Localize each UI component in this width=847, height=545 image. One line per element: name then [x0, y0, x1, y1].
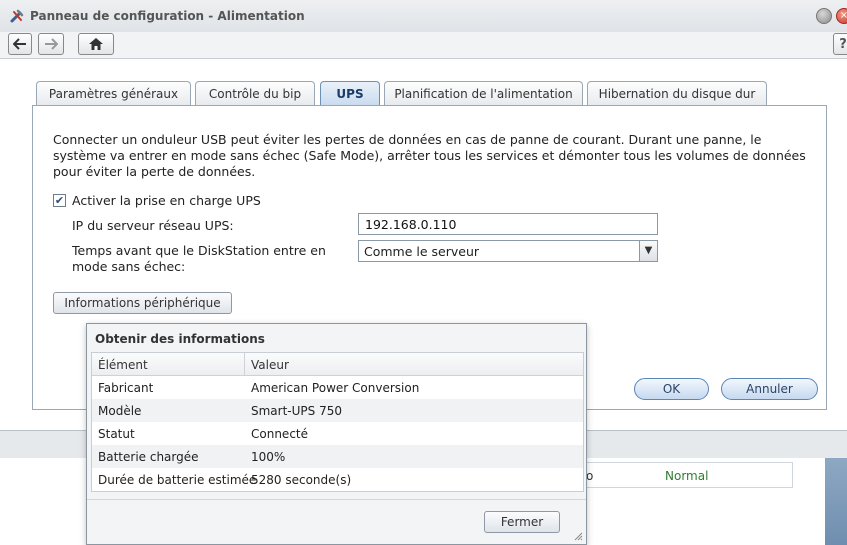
device-info-dialog: Obtenir des informations Élément Valeur …	[86, 323, 587, 545]
row-element: Fabricant	[98, 381, 154, 395]
resize-grip-icon[interactable]	[573, 531, 583, 541]
row-value: 5280 seconde(s)	[251, 473, 352, 487]
row-element: Statut	[98, 427, 135, 441]
row-value: Connecté	[251, 427, 308, 441]
ups-server-ip-input[interactable]: 192.168.0.110	[358, 213, 658, 235]
row-element: Durée de batterie estimée	[98, 473, 257, 487]
tools-icon	[10, 9, 24, 23]
tab-general-settings[interactable]: Paramètres généraux	[36, 81, 191, 105]
tab-beep-control[interactable]: Contrôle du bip	[195, 81, 315, 105]
row-element: Modèle	[98, 404, 142, 418]
minimize-button[interactable]	[816, 8, 832, 24]
table-row[interactable]: Durée de batterie estimée 5280 seconde(s…	[92, 468, 583, 491]
row-element: Batterie chargée	[98, 450, 199, 464]
background-status-row: o Normal	[575, 462, 793, 488]
dialog-title: Obtenir des informations	[95, 332, 265, 346]
device-info-table: Élément Valeur Fabricant American Power …	[91, 352, 584, 492]
close-dialog-button[interactable]: Fermer	[484, 511, 560, 533]
arrow-right-icon	[45, 38, 58, 50]
safe-mode-time-label: Temps avant que le DiskStation entre en …	[72, 243, 326, 274]
column-header-element[interactable]: Élément	[92, 353, 245, 376]
enable-ups-label: Activer la prise en charge UPS	[72, 193, 261, 208]
tab-power-schedule[interactable]: Planification de l'alimentation	[384, 81, 583, 105]
cancel-button[interactable]: Annuler	[721, 378, 818, 400]
back-button[interactable]	[8, 33, 32, 55]
row-value: 100%	[251, 450, 286, 464]
tab-hdd-hibernation[interactable]: Hibernation du disque dur	[587, 81, 767, 105]
enable-ups-checkbox[interactable]: ✔	[53, 194, 66, 207]
table-row[interactable]: Batterie chargée 100%	[92, 445, 583, 468]
background-window-edge	[825, 455, 847, 545]
device-info-button[interactable]: Informations périphérique	[53, 292, 232, 314]
background-row-label: o	[586, 469, 594, 483]
tab-ups[interactable]: UPS	[320, 81, 380, 106]
row-value: Smart-UPS 750	[251, 404, 342, 418]
home-button[interactable]	[78, 33, 114, 55]
column-header-value[interactable]: Valeur	[245, 353, 583, 376]
ups-server-ip-label: IP du serveur réseau UPS:	[72, 218, 234, 233]
row-value: American Power Conversion	[251, 381, 420, 395]
home-icon	[89, 38, 103, 50]
table-row[interactable]: Statut Connecté	[92, 422, 583, 445]
help-button[interactable]: ?	[833, 33, 847, 55]
ups-description: Connecter un onduleur USB peut éviter le…	[53, 132, 806, 179]
window-titlebar: Panneau de configuration - Alimentation …	[0, 0, 847, 32]
close-window-button[interactable]: ×	[836, 8, 847, 24]
safe-mode-time-value: Comme le serveur	[364, 244, 480, 259]
ok-button[interactable]: OK	[634, 378, 709, 400]
safe-mode-time-select[interactable]: Comme le serveur ▼	[358, 240, 658, 262]
window-title: Panneau de configuration - Alimentation	[30, 9, 305, 23]
toolbar: ?	[0, 32, 847, 58]
chevron-down-icon[interactable]: ▼	[639, 241, 657, 261]
table-row[interactable]: Fabricant American Power Conversion	[92, 376, 583, 399]
forward-button[interactable]	[38, 33, 64, 55]
dialog-footer-divider	[87, 499, 586, 500]
arrow-left-icon	[13, 38, 26, 50]
table-row[interactable]: Modèle Smart-UPS 750	[92, 399, 583, 422]
background-status-value: Normal	[665, 469, 709, 483]
